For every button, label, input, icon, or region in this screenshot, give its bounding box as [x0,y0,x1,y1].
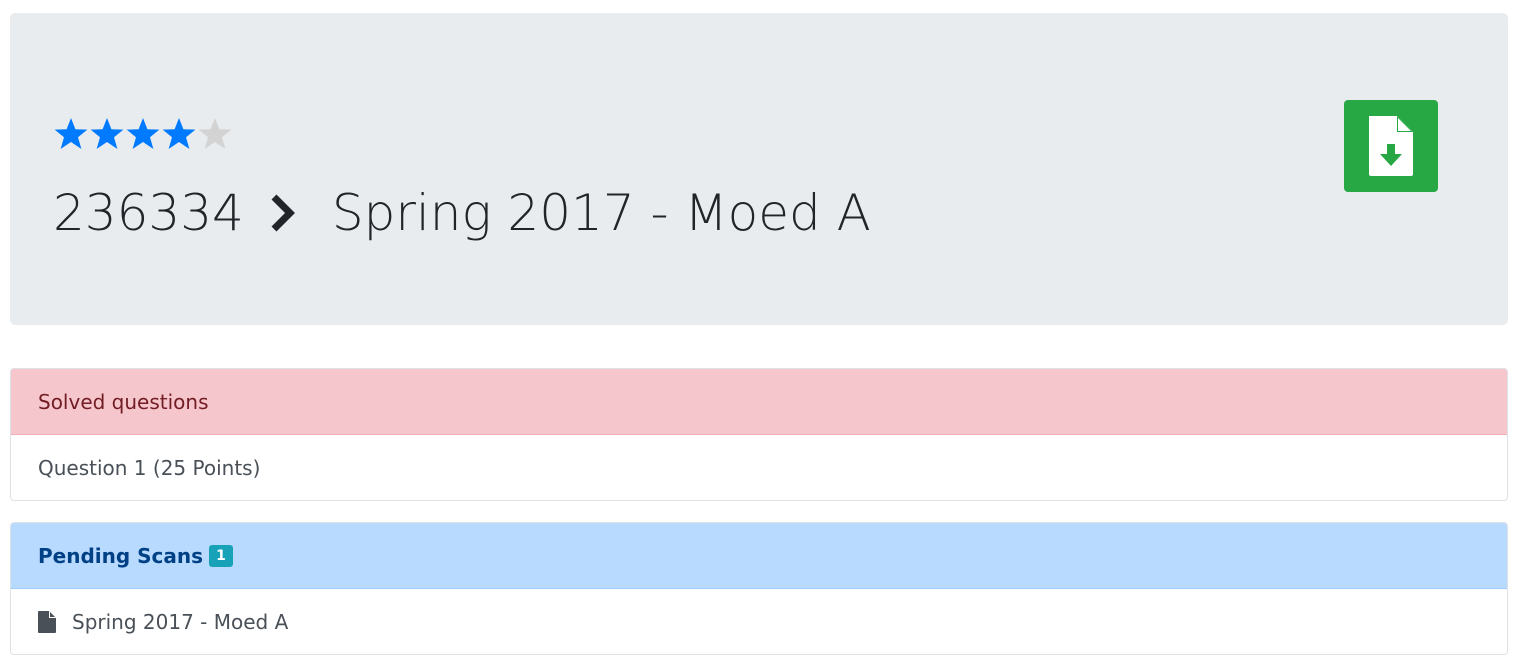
pending-scans-header: Pending Scans 1 [11,523,1507,589]
scan-label[interactable]: Spring 2017 - Moed A [72,610,288,634]
question-label[interactable]: Question 1 (25 Points) [38,456,260,480]
star-filled-icon[interactable] [125,116,161,152]
download-exam-button[interactable] [1344,100,1438,192]
course-number[interactable]: 236334 [53,184,244,242]
solved-questions-header: Solved questions [11,369,1507,435]
star-filled-icon[interactable] [53,116,89,152]
pending-scans-card: Pending Scans 1 Spring 2017 - Moed A [10,522,1508,655]
solved-questions-card: Solved questions Question 1 (25 Points) [10,368,1508,501]
exam-header-panel: 236334 Spring 2017 - Moed A [10,13,1508,325]
star-empty-icon[interactable] [197,116,233,152]
rating-stars[interactable] [53,116,233,156]
page-title: 236334 Spring 2017 - Moed A [53,173,871,253]
file-download-icon [1369,116,1413,176]
list-item[interactable]: Question 1 (25 Points) [11,435,1507,500]
solved-questions-title: Solved questions [38,389,209,414]
pending-scans-title: Pending Scans [38,543,204,568]
star-filled-icon[interactable] [89,116,125,152]
exam-title: Spring 2017 - Moed A [331,184,871,242]
star-filled-icon[interactable] [161,116,197,152]
file-icon [38,611,56,633]
chevron-right-icon [268,193,298,233]
list-item[interactable]: Spring 2017 - Moed A [11,589,1507,654]
pending-count-badge: 1 [209,544,233,567]
